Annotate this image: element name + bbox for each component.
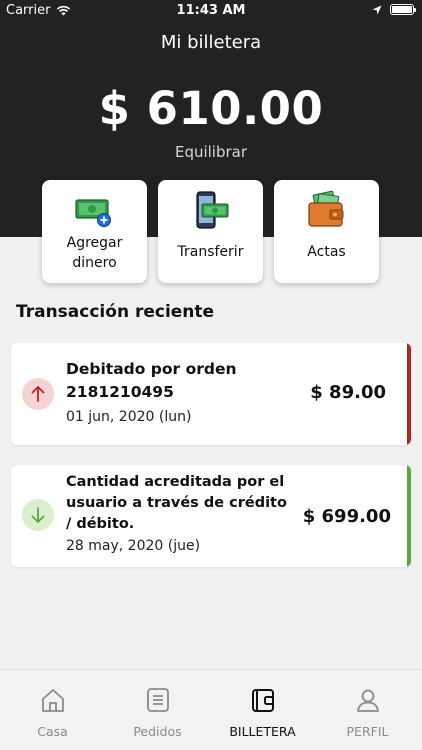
battery-icon: [390, 4, 416, 15]
page-title: Mi billetera: [160, 32, 262, 53]
balance-amount: $ 610.00: [98, 82, 324, 135]
transfer-button[interactable]: Transferir: [158, 180, 263, 283]
orders-icon: [147, 688, 169, 712]
tab-billetera[interactable]: BILLETERA: [210, 670, 315, 750]
transaction-title: Debitado por orden 2181210495: [66, 360, 237, 401]
wallet-icon: [308, 190, 344, 227]
tab-casa[interactable]: Casa: [0, 670, 105, 750]
debit-status-stripe: [407, 343, 411, 445]
add-money-icon: [75, 199, 111, 227]
credit-status-stripe: [407, 465, 411, 567]
transfer-label: Transferir: [177, 244, 244, 260]
tab-label: Casa: [37, 724, 68, 739]
transaction-amount: $ 89.00: [310, 382, 386, 403]
add-money-button[interactable]: Agregar dinero: [42, 180, 147, 283]
tab-perfil[interactable]: PERFIL: [315, 670, 420, 750]
status-time: 11:43 AM: [176, 3, 246, 18]
status-bar: Carrier 11:43 AM: [0, 0, 422, 22]
transaction-card[interactable]: Cantidad acreditada por el usuario a tra…: [11, 465, 411, 567]
transfer-phone-icon: [196, 191, 229, 229]
tab-label: BILLETERA: [229, 724, 296, 739]
transaction-date: 01 jun, 2020 (lun): [66, 409, 192, 425]
home-icon: [42, 689, 64, 712]
transaction-amount: $ 699.00: [302, 506, 391, 527]
balance-label: Equilibrar: [174, 143, 248, 161]
tab-pedidos[interactable]: Pedidos: [105, 670, 210, 750]
transaction-date: 28 may, 2020 (jue): [66, 538, 201, 554]
bottom-tab-bar: Casa Pedidos BILLETERA PERFIL: [0, 669, 422, 750]
actas-label: Actas: [307, 244, 346, 260]
credit-arrow-down-icon: [22, 499, 54, 531]
tab-label: PERFIL: [346, 724, 389, 739]
profile-icon: [357, 689, 379, 712]
add-money-label: Agregar dinero: [66, 235, 123, 271]
tab-label: Pedidos: [133, 724, 182, 739]
location-arrow-icon: [372, 5, 382, 14]
transaction-title: Cantidad acreditada por el usuario a tra…: [66, 474, 287, 532]
section-title: Transacción reciente: [16, 302, 215, 322]
wallet-tab-icon: [252, 689, 274, 712]
debit-arrow-up-icon: [22, 378, 54, 410]
transaction-card[interactable]: Debitado por orden 2181210495 01 jun, 20…: [11, 343, 411, 445]
actas-button[interactable]: Actas: [274, 180, 379, 283]
